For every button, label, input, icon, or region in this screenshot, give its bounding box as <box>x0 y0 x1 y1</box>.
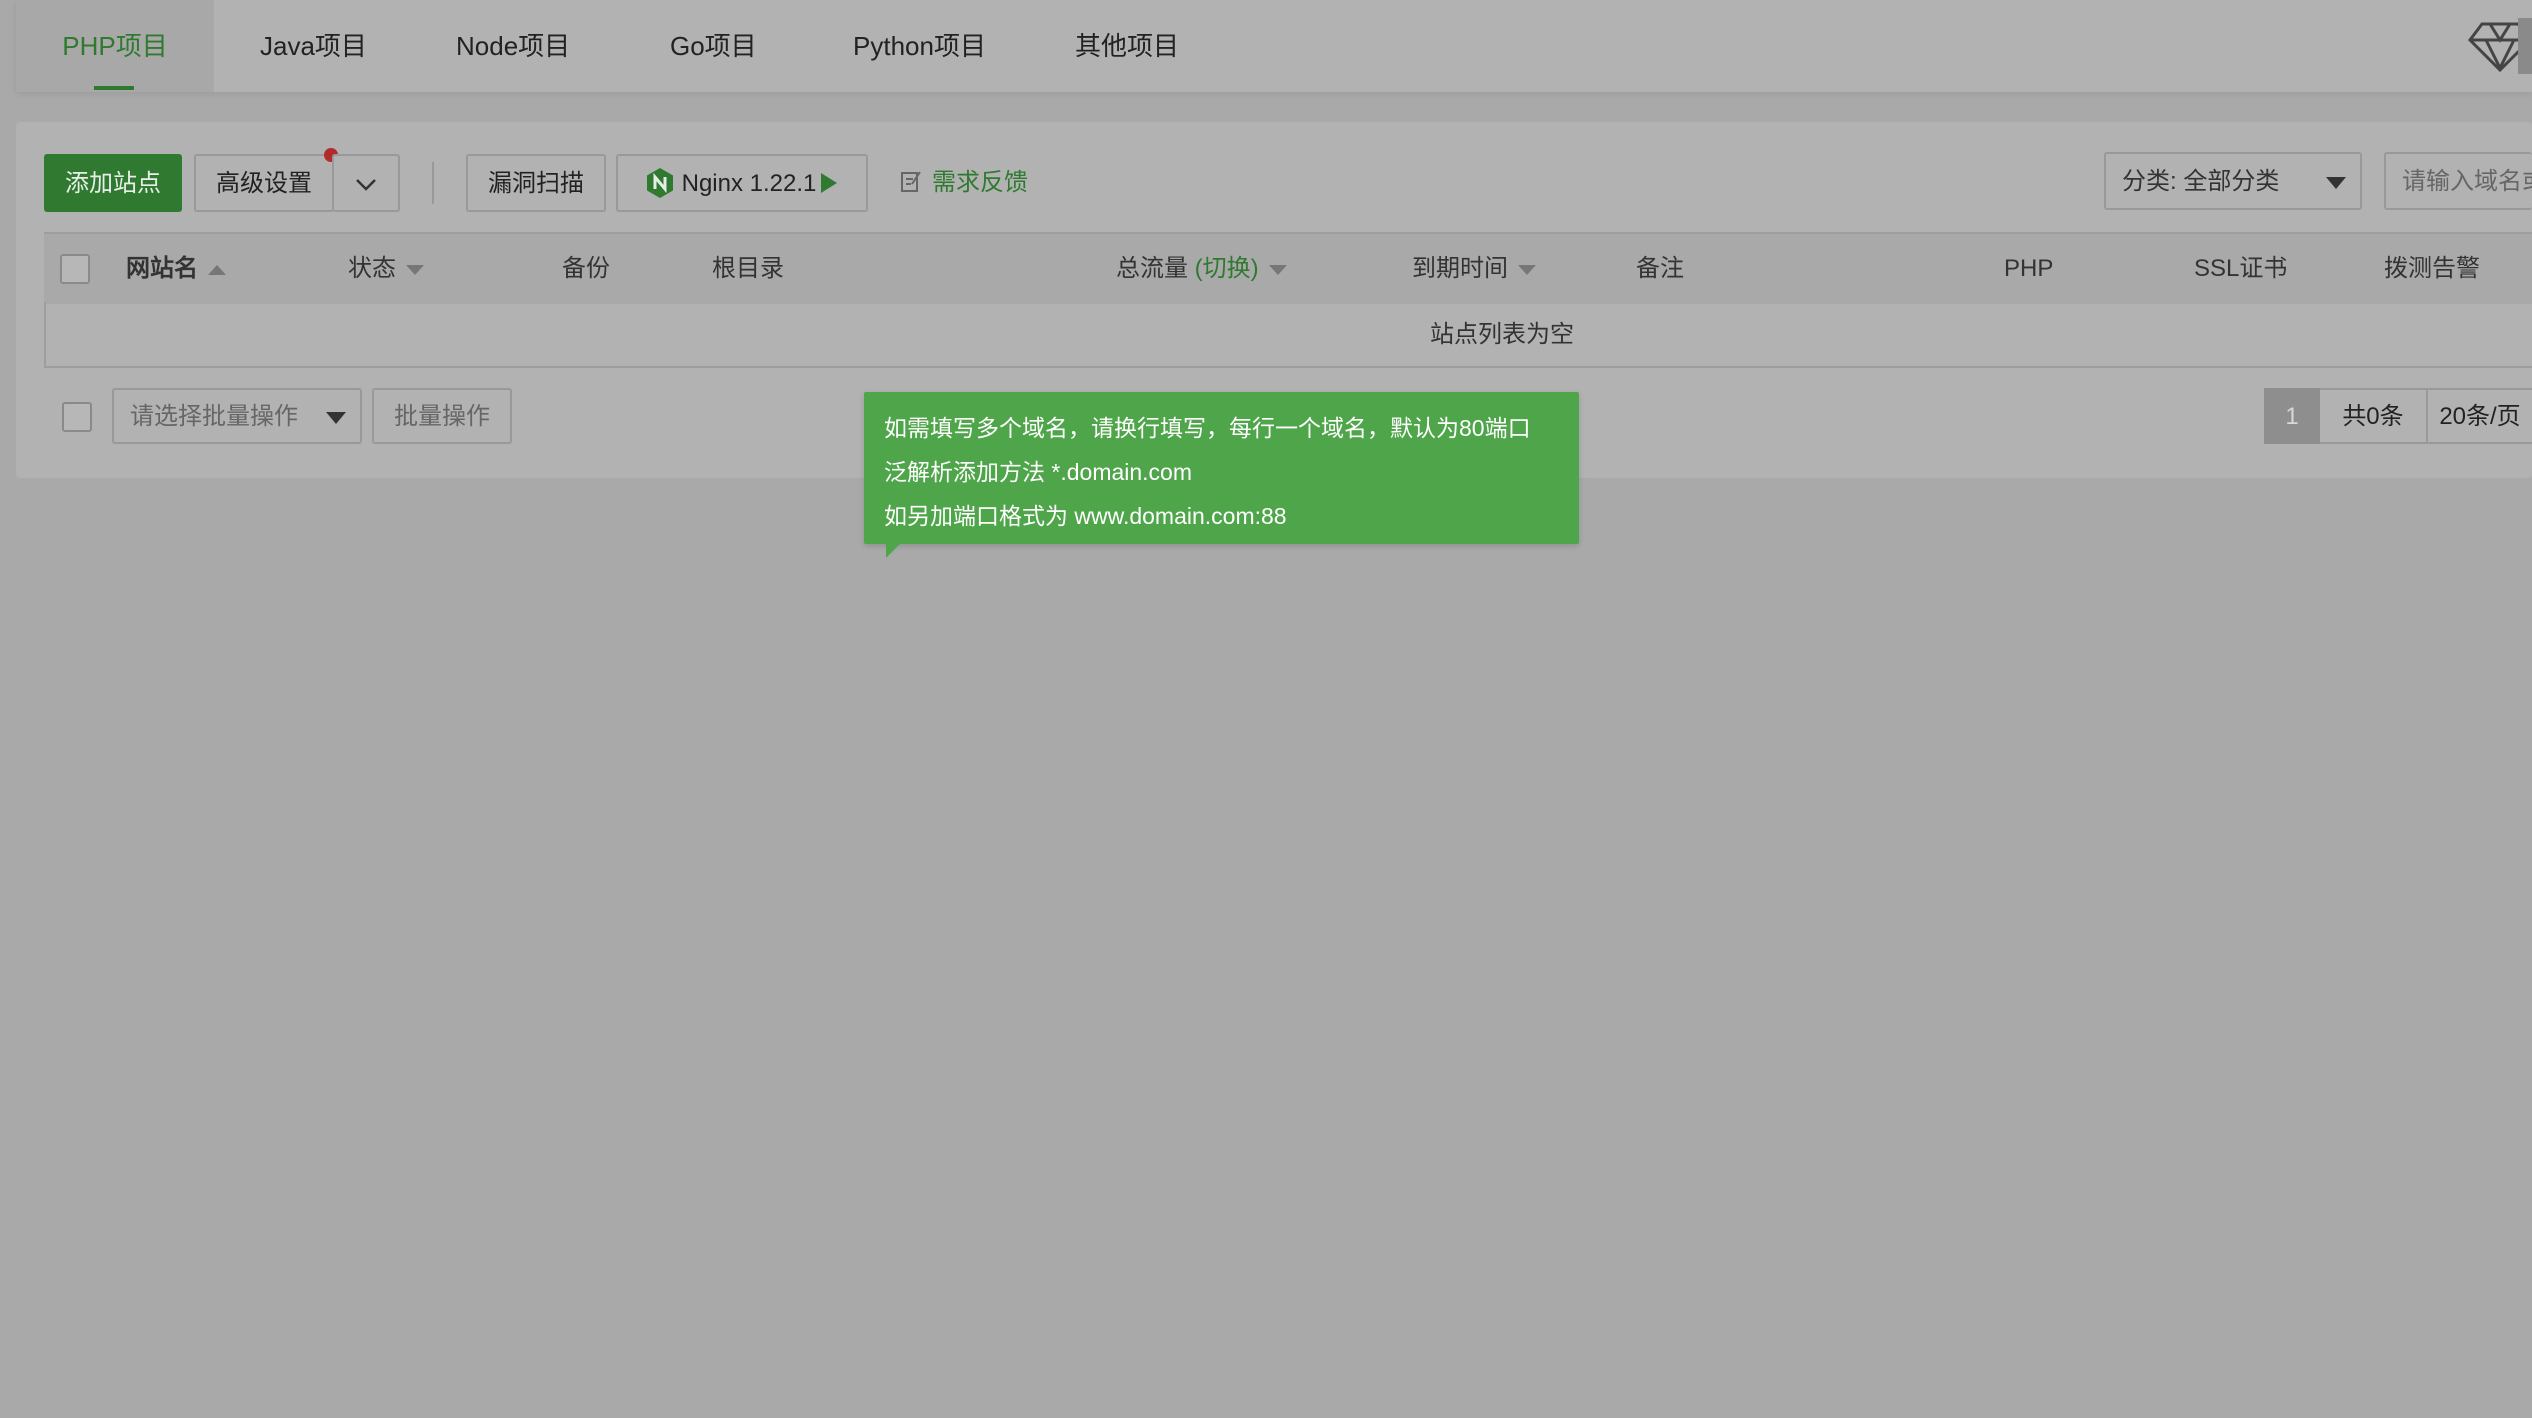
nginx-icon <box>646 167 673 198</box>
sort-desc-icon <box>406 264 424 275</box>
tab-python[interactable]: Python项目 <box>853 0 986 92</box>
nginx-version-label: Nginx 1.22.1 <box>681 170 817 197</box>
vuln-scan-button[interactable]: 漏洞扫描 <box>466 154 606 212</box>
pager-per-page-select[interactable]: 20条/页 <box>2426 388 2532 444</box>
add-site-button[interactable]: 添加站点 <box>44 154 182 212</box>
project-tab-bar: PHP项目 Java项目 Node项目 Go项目 Python项目 其他项目 <box>16 0 2532 92</box>
sort-desc-icon <box>1268 264 1287 275</box>
empty-table-text: 站点列表为空 <box>1430 321 1574 348</box>
col-expire[interactable]: 到期时间 <box>1412 234 1536 304</box>
tab-other[interactable]: 其他项目 <box>1075 0 1179 92</box>
tab-node[interactable]: Node项目 <box>456 0 570 92</box>
tab-go[interactable]: Go项目 <box>670 0 757 92</box>
domain-search-placeholder: 请输入域名或 <box>2402 168 2532 195</box>
tab-php[interactable]: PHP项目 <box>16 0 214 92</box>
col-traffic[interactable]: 总流量 (切换) <box>1116 234 1287 304</box>
traffic-toggle-link[interactable]: (切换) <box>1195 255 1259 282</box>
col-probe-alert: 拨测告警 <box>2384 255 2480 282</box>
category-select-value: 分类: 全部分类 <box>2122 168 2280 195</box>
domain-search-input[interactable]: 请输入域名或 <box>2384 152 2532 210</box>
pager-page-1[interactable]: 1 <box>2264 388 2320 444</box>
col-root-dir: 根目录 <box>712 255 784 282</box>
sort-asc-icon <box>208 264 226 275</box>
category-select[interactable]: 分类: 全部分类 <box>2104 152 2362 210</box>
feedback-link[interactable]: 需求反馈 <box>900 154 1028 212</box>
col-status[interactable]: 状态 <box>348 234 424 304</box>
tab-java[interactable]: Java项目 <box>260 0 367 92</box>
batch-select-checkbox[interactable] <box>62 402 92 432</box>
select-all-checkbox[interactable] <box>60 254 90 284</box>
play-icon <box>821 172 838 193</box>
nginx-version-button[interactable]: Nginx 1.22.1 <box>616 154 868 212</box>
empty-table-row: 站点列表为空 <box>44 302 2532 368</box>
tooltip-line: 泛解析添加方法 *.domain.com <box>884 459 1193 485</box>
tooltip-tail <box>886 544 900 558</box>
col-ssl: SSL证书 <box>2194 255 2288 282</box>
batch-operation-button[interactable]: 批量操作 <box>372 388 512 444</box>
chevron-down-icon <box>356 178 376 191</box>
feedback-label: 需求反馈 <box>932 169 1028 196</box>
pager-total: 共0条 <box>2320 388 2428 444</box>
batch-operation-select[interactable]: 请选择批量操作 <box>112 388 362 444</box>
edit-icon <box>901 171 921 192</box>
tooltip-line: 如另加端口格式为 www.domain.com:88 <box>884 503 1287 529</box>
tooltip-line: 如需填写多个域名，请换行填写，每行一个域名，默认为80端口 <box>884 415 1531 441</box>
domain-input-tooltip: 如需填写多个域名，请换行填写，每行一个域名，默认为80端口 泛解析添加方法 *.… <box>864 392 1579 558</box>
sort-desc-icon <box>1518 264 1536 275</box>
vip-diamond-icon[interactable] <box>2468 18 2532 74</box>
col-remark: 备注 <box>1636 255 1684 282</box>
advanced-settings-button[interactable]: 高级设置 <box>194 154 334 212</box>
caret-down-icon <box>2326 177 2346 189</box>
advanced-dropdown-button[interactable] <box>332 154 400 212</box>
caret-down-icon <box>326 412 346 424</box>
toolbar-divider <box>432 162 434 204</box>
site-table-header: 网站名 状态 备份 根目录 总流量 (切换) 到期时间 备注 PHP SSL证书… <box>44 232 2532 304</box>
col-backup: 备份 <box>562 255 610 282</box>
col-php: PHP <box>2004 255 2054 282</box>
col-site-name[interactable]: 网站名 <box>126 234 226 304</box>
batch-operation-placeholder: 请选择批量操作 <box>130 403 298 430</box>
